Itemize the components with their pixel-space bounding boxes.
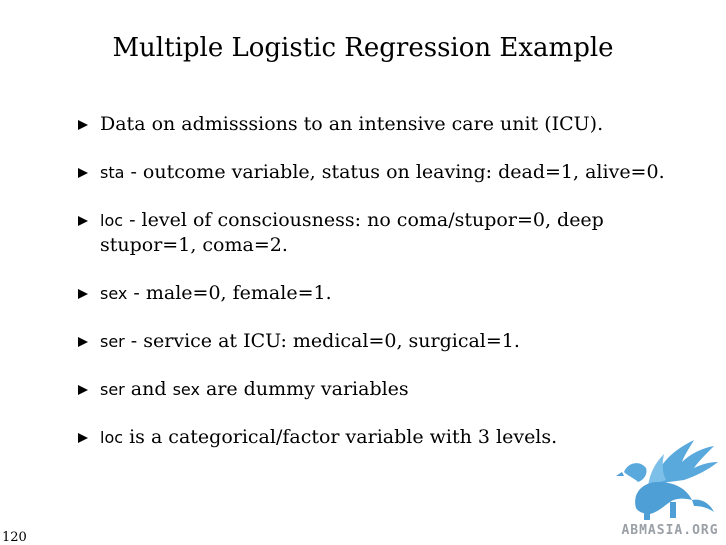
variable-name: ser: [100, 380, 125, 399]
griffin-logo-icon: [616, 440, 718, 520]
variable-name: sta: [100, 163, 125, 182]
triangle-bullet-icon: [78, 289, 88, 299]
triangle-bullet-icon: [78, 337, 88, 347]
triangle-bullet-icon: [78, 433, 88, 443]
bullet-text: is a categorical/factor variable with 3 …: [123, 426, 558, 448]
variable-name: ser: [100, 332, 125, 351]
bullet-item: sex - male=0, female=1.: [78, 281, 698, 306]
abmasia-logo: ABMASIA.ORG: [614, 432, 726, 542]
triangle-bullet-icon: [78, 385, 88, 395]
bullet-text: - male=0, female=1.: [127, 282, 332, 304]
variable-name: loc: [100, 211, 124, 230]
triangle-bullet-icon: [78, 216, 88, 226]
logo-text: ABMASIA.ORG: [621, 523, 719, 538]
bullet-text: are dummy variables: [199, 378, 409, 400]
bullet-text: Data on admisssions to an intensive care…: [100, 113, 604, 135]
bullet-item: ser and sex are dummy variables: [78, 377, 698, 402]
bullet-text: - outcome variable, status on leaving: d…: [124, 161, 665, 183]
bullet-list: Data on admisssions to an intensive care…: [78, 112, 698, 473]
variable-name: sex: [172, 380, 200, 399]
bullet-item: loc - level of consciousness: no coma/st…: [78, 208, 698, 258]
slide-title: Multiple Logistic Regression Example: [112, 33, 614, 63]
bullet-text: - service at ICU: medical=0, surgical=1.: [124, 330, 520, 352]
variable-name: sex: [100, 284, 128, 303]
triangle-bullet-icon: [78, 120, 88, 130]
bullet-text: - level of consciousness: no coma/stupor…: [100, 209, 604, 256]
bullet-item: ser - service at ICU: medical=0, surgica…: [78, 329, 698, 354]
bullet-item: sta - outcome variable, status on leavin…: [78, 160, 698, 185]
variable-name: loc: [100, 428, 124, 447]
bullet-item: Data on admisssions to an intensive care…: [78, 112, 698, 137]
triangle-bullet-icon: [78, 168, 88, 178]
bullet-item: loc is a categorical/factor variable wit…: [78, 425, 698, 450]
page-number: 120: [2, 530, 27, 545]
bullet-text: and: [124, 378, 173, 400]
